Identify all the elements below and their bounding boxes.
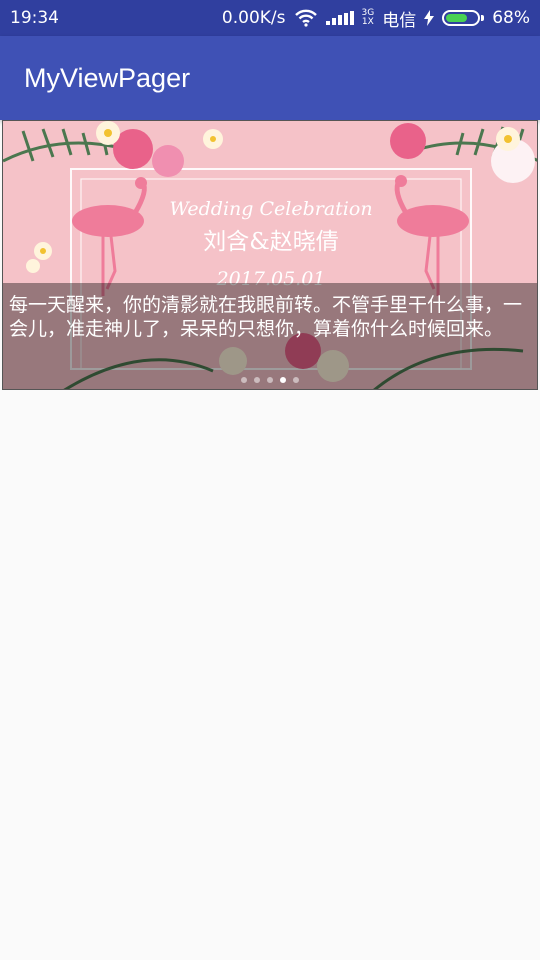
image-view-pager[interactable]: Wedding Celebration 刘含&赵晓倩 2017.05.01 每一… [2, 120, 538, 390]
status-time: 19:34 [10, 8, 59, 28]
page-dot[interactable] [254, 377, 260, 383]
page-dot[interactable] [241, 377, 247, 383]
signal-icon [325, 11, 354, 25]
status-bar: 19:34 0.00K/s 3G 1X 电信 68% [0, 0, 540, 36]
page-dot[interactable] [293, 377, 299, 383]
battery-percent: 68% [492, 8, 530, 28]
page-indicator [3, 377, 537, 383]
status-icons: 0.00K/s 3G 1X 电信 68% [222, 6, 530, 31]
slide-caption: 每一天醒来，你的清影就在我眼前转。不管手里干什么事，一会儿，准走神儿了，呆呆的只… [9, 294, 523, 340]
page-dot[interactable] [267, 377, 273, 383]
slide-names: 刘含&赵晓倩 [203, 229, 338, 255]
network-type: 3G 1X [361, 8, 375, 27]
carrier-name: 电信 [382, 10, 417, 31]
battery-icon [442, 10, 485, 26]
network-speed: 0.00K/s [221, 8, 286, 28]
charging-icon [424, 10, 435, 26]
page-title: MyViewPager [24, 62, 191, 93]
app-bar: MyViewPager [0, 36, 540, 120]
slide-heading: Wedding Celebration [169, 198, 372, 220]
page-dot[interactable] [280, 377, 286, 383]
wifi-icon [294, 9, 317, 27]
